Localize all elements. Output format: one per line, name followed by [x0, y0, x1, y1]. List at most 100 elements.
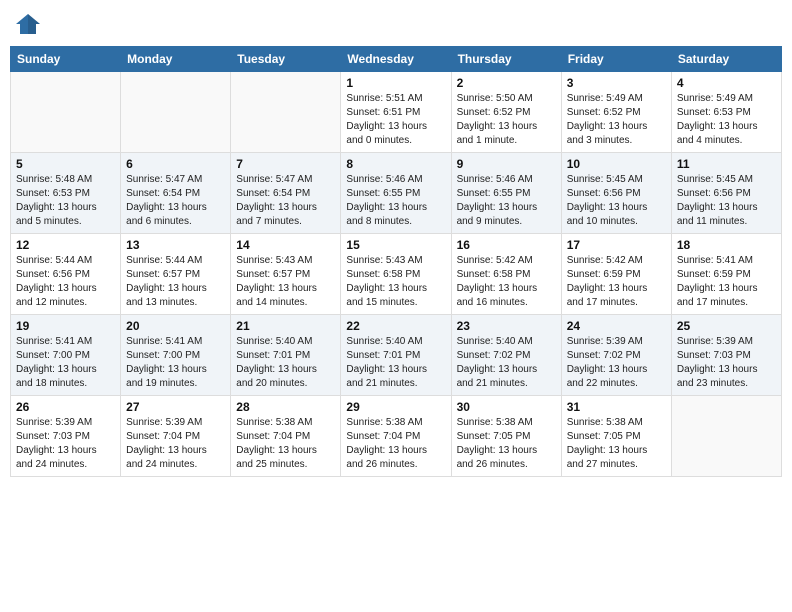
logo-icon	[14, 10, 42, 38]
calendar-cell: 15Sunrise: 5:43 AM Sunset: 6:58 PM Dayli…	[341, 234, 451, 315]
day-number: 24	[567, 319, 666, 333]
day-info: Sunrise: 5:47 AM Sunset: 6:54 PM Dayligh…	[236, 173, 335, 229]
calendar-cell: 13Sunrise: 5:44 AM Sunset: 6:57 PM Dayli…	[121, 234, 231, 315]
calendar-cell: 24 Sunrise: 5:39 AM Sunset: 7:02 PM Dayli…	[561, 315, 671, 396]
day-of-week-saturday: Saturday	[671, 47, 781, 72]
day-number: 9	[457, 157, 556, 171]
day-info: Sunrise: 5:38 AM Sunset: 7:04 PM Dayligh…	[236, 416, 335, 472]
calendar-cell: 2 Sunrise: 5:50 AM Sunset: 6:52 PM Daylig…	[451, 72, 561, 153]
day-number: 4	[677, 76, 776, 90]
day-info: Sunrise: 5:41 AM Sunset: 6:59 PM Dayligh…	[677, 254, 776, 310]
day-number: 8	[346, 157, 445, 171]
day-number: 19	[16, 319, 115, 333]
day-number: 31	[567, 400, 666, 414]
calendar-cell: 21 Sunrise: 5:40 AM Sunset: 7:01 PM Dayli…	[231, 315, 341, 396]
day-info: Sunrise: 5:50 AM Sunset: 6:52 PM Dayligh…	[457, 92, 556, 148]
day-info: Sunrise: 5:38 AM Sunset: 7:05 PM Dayligh…	[457, 416, 556, 472]
day-info: Sunrise: 5:47 AM Sunset: 6:54 PM Dayligh…	[126, 173, 225, 229]
day-info: Sunrise: 5:40 AM Sunset: 7:02 PM Dayligh…	[457, 335, 556, 391]
page-header	[10, 10, 782, 38]
day-info: Sunrise: 5:51 AM Sunset: 6:51 PM Dayligh…	[346, 92, 445, 148]
calendar-week-row: 26 Sunrise: 5:39 AM Sunset: 7:03 PM Dayli…	[11, 396, 782, 477]
calendar-cell: 6 Sunrise: 5:47 AM Sunset: 6:54 PM Daylig…	[121, 153, 231, 234]
day-info: Sunrise: 5:39 AM Sunset: 7:03 PM Dayligh…	[16, 416, 115, 472]
day-of-week-sunday: Sunday	[11, 47, 121, 72]
day-number: 14	[236, 238, 335, 252]
day-number: 5	[16, 157, 115, 171]
day-info: Sunrise: 5:45 AM Sunset: 6:56 PM Dayligh…	[677, 173, 776, 229]
calendar-cell: 17 Sunrise: 5:42 AM Sunset: 6:59 PM Dayli…	[561, 234, 671, 315]
calendar-cell: 25Sunrise: 5:39 AM Sunset: 7:03 PM Dayli…	[671, 315, 781, 396]
day-number: 26	[16, 400, 115, 414]
calendar-cell: 19 Sunrise: 5:41 AM Sunset: 7:00 PM Dayli…	[11, 315, 121, 396]
day-number: 2	[457, 76, 556, 90]
calendar-cell: 5 Sunrise: 5:48 AM Sunset: 6:53 PM Daylig…	[11, 153, 121, 234]
day-number: 11	[677, 157, 776, 171]
day-number: 25	[677, 319, 776, 333]
calendar-cell: 29 Sunrise: 5:38 AM Sunset: 7:04 PM Dayli…	[341, 396, 451, 477]
day-info: Sunrise: 5:40 AM Sunset: 7:01 PM Dayligh…	[346, 335, 445, 391]
day-info: Sunrise: 5:43 AM Sunset: 6:57 PM Dayligh…	[236, 254, 335, 310]
day-of-week-wednesday: Wednesday	[341, 47, 451, 72]
day-number: 15	[346, 238, 445, 252]
day-info: Sunrise: 5:42 AM Sunset: 6:58 PM Dayligh…	[457, 254, 556, 310]
day-info: Sunrise: 5:48 AM Sunset: 6:53 PM Dayligh…	[16, 173, 115, 229]
day-number: 6	[126, 157, 225, 171]
day-info: Sunrise: 5:39 AM Sunset: 7:02 PM Dayligh…	[567, 335, 666, 391]
calendar-cell: 7 Sunrise: 5:47 AM Sunset: 6:54 PM Daylig…	[231, 153, 341, 234]
day-info: Sunrise: 5:42 AM Sunset: 6:59 PM Dayligh…	[567, 254, 666, 310]
day-of-week-monday: Monday	[121, 47, 231, 72]
day-number: 1	[346, 76, 445, 90]
calendar-cell: 16Sunrise: 5:42 AM Sunset: 6:58 PM Dayli…	[451, 234, 561, 315]
day-info: Sunrise: 5:41 AM Sunset: 7:00 PM Dayligh…	[126, 335, 225, 391]
day-of-week-friday: Friday	[561, 47, 671, 72]
calendar-cell	[11, 72, 121, 153]
calendar-cell: 28 Sunrise: 5:38 AM Sunset: 7:04 PM Dayli…	[231, 396, 341, 477]
day-number: 21	[236, 319, 335, 333]
day-number: 23	[457, 319, 556, 333]
day-number: 18	[677, 238, 776, 252]
calendar-cell: 8 Sunrise: 5:46 AM Sunset: 6:55 PM Daylig…	[341, 153, 451, 234]
day-info: Sunrise: 5:40 AM Sunset: 7:01 PM Dayligh…	[236, 335, 335, 391]
day-info: Sunrise: 5:39 AM Sunset: 7:04 PM Dayligh…	[126, 416, 225, 472]
day-number: 27	[126, 400, 225, 414]
calendar-header-row: SundayMondayTuesdayWednesdayThursdayFrid…	[11, 47, 782, 72]
day-info: Sunrise: 5:41 AM Sunset: 7:00 PM Dayligh…	[16, 335, 115, 391]
calendar-cell: 18 Sunrise: 5:41 AM Sunset: 6:59 PM Dayli…	[671, 234, 781, 315]
day-info: Sunrise: 5:44 AM Sunset: 6:56 PM Dayligh…	[16, 254, 115, 310]
day-number: 3	[567, 76, 666, 90]
calendar-cell: 10Sunrise: 5:45 AM Sunset: 6:56 PM Dayli…	[561, 153, 671, 234]
calendar-week-row: 19 Sunrise: 5:41 AM Sunset: 7:00 PM Dayli…	[11, 315, 782, 396]
day-number: 17	[567, 238, 666, 252]
day-info: Sunrise: 5:38 AM Sunset: 7:04 PM Dayligh…	[346, 416, 445, 472]
calendar-cell: 11 Sunrise: 5:45 AM Sunset: 6:56 PM Dayli…	[671, 153, 781, 234]
calendar-cell: 22 Sunrise: 5:40 AM Sunset: 7:01 PM Dayli…	[341, 315, 451, 396]
calendar-cell: 3 Sunrise: 5:49 AM Sunset: 6:52 PM Daylig…	[561, 72, 671, 153]
day-of-week-tuesday: Tuesday	[231, 47, 341, 72]
day-number: 10	[567, 157, 666, 171]
calendar-cell	[231, 72, 341, 153]
calendar-cell: 1 Sunrise: 5:51 AM Sunset: 6:51 PM Daylig…	[341, 72, 451, 153]
calendar-cell	[671, 396, 781, 477]
day-info: Sunrise: 5:49 AM Sunset: 6:52 PM Dayligh…	[567, 92, 666, 148]
calendar-cell: 4 Sunrise: 5:49 AM Sunset: 6:53 PM Daylig…	[671, 72, 781, 153]
day-number: 22	[346, 319, 445, 333]
calendar-cell: 23 Sunrise: 5:40 AM Sunset: 7:02 PM Dayli…	[451, 315, 561, 396]
calendar-cell: 9Sunrise: 5:46 AM Sunset: 6:55 PM Daylig…	[451, 153, 561, 234]
day-number: 30	[457, 400, 556, 414]
day-number: 29	[346, 400, 445, 414]
calendar-table: SundayMondayTuesdayWednesdayThursdayFrid…	[10, 46, 782, 477]
calendar-cell: 12 Sunrise: 5:44 AM Sunset: 6:56 PM Dayli…	[11, 234, 121, 315]
day-number: 7	[236, 157, 335, 171]
day-number: 28	[236, 400, 335, 414]
day-info: Sunrise: 5:49 AM Sunset: 6:53 PM Dayligh…	[677, 92, 776, 148]
calendar-cell: 27 Sunrise: 5:39 AM Sunset: 7:04 PM Dayli…	[121, 396, 231, 477]
day-number: 12	[16, 238, 115, 252]
calendar-cell: 30 Sunrise: 5:38 AM Sunset: 7:05 PM Dayli…	[451, 396, 561, 477]
calendar-cell: 20 Sunrise: 5:41 AM Sunset: 7:00 PM Dayli…	[121, 315, 231, 396]
day-info: Sunrise: 5:46 AM Sunset: 6:55 PM Dayligh…	[346, 173, 445, 229]
day-info: Sunrise: 5:38 AM Sunset: 7:05 PM Dayligh…	[567, 416, 666, 472]
day-number: 20	[126, 319, 225, 333]
calendar-week-row: 1 Sunrise: 5:51 AM Sunset: 6:51 PM Daylig…	[11, 72, 782, 153]
calendar-week-row: 12 Sunrise: 5:44 AM Sunset: 6:56 PM Dayli…	[11, 234, 782, 315]
